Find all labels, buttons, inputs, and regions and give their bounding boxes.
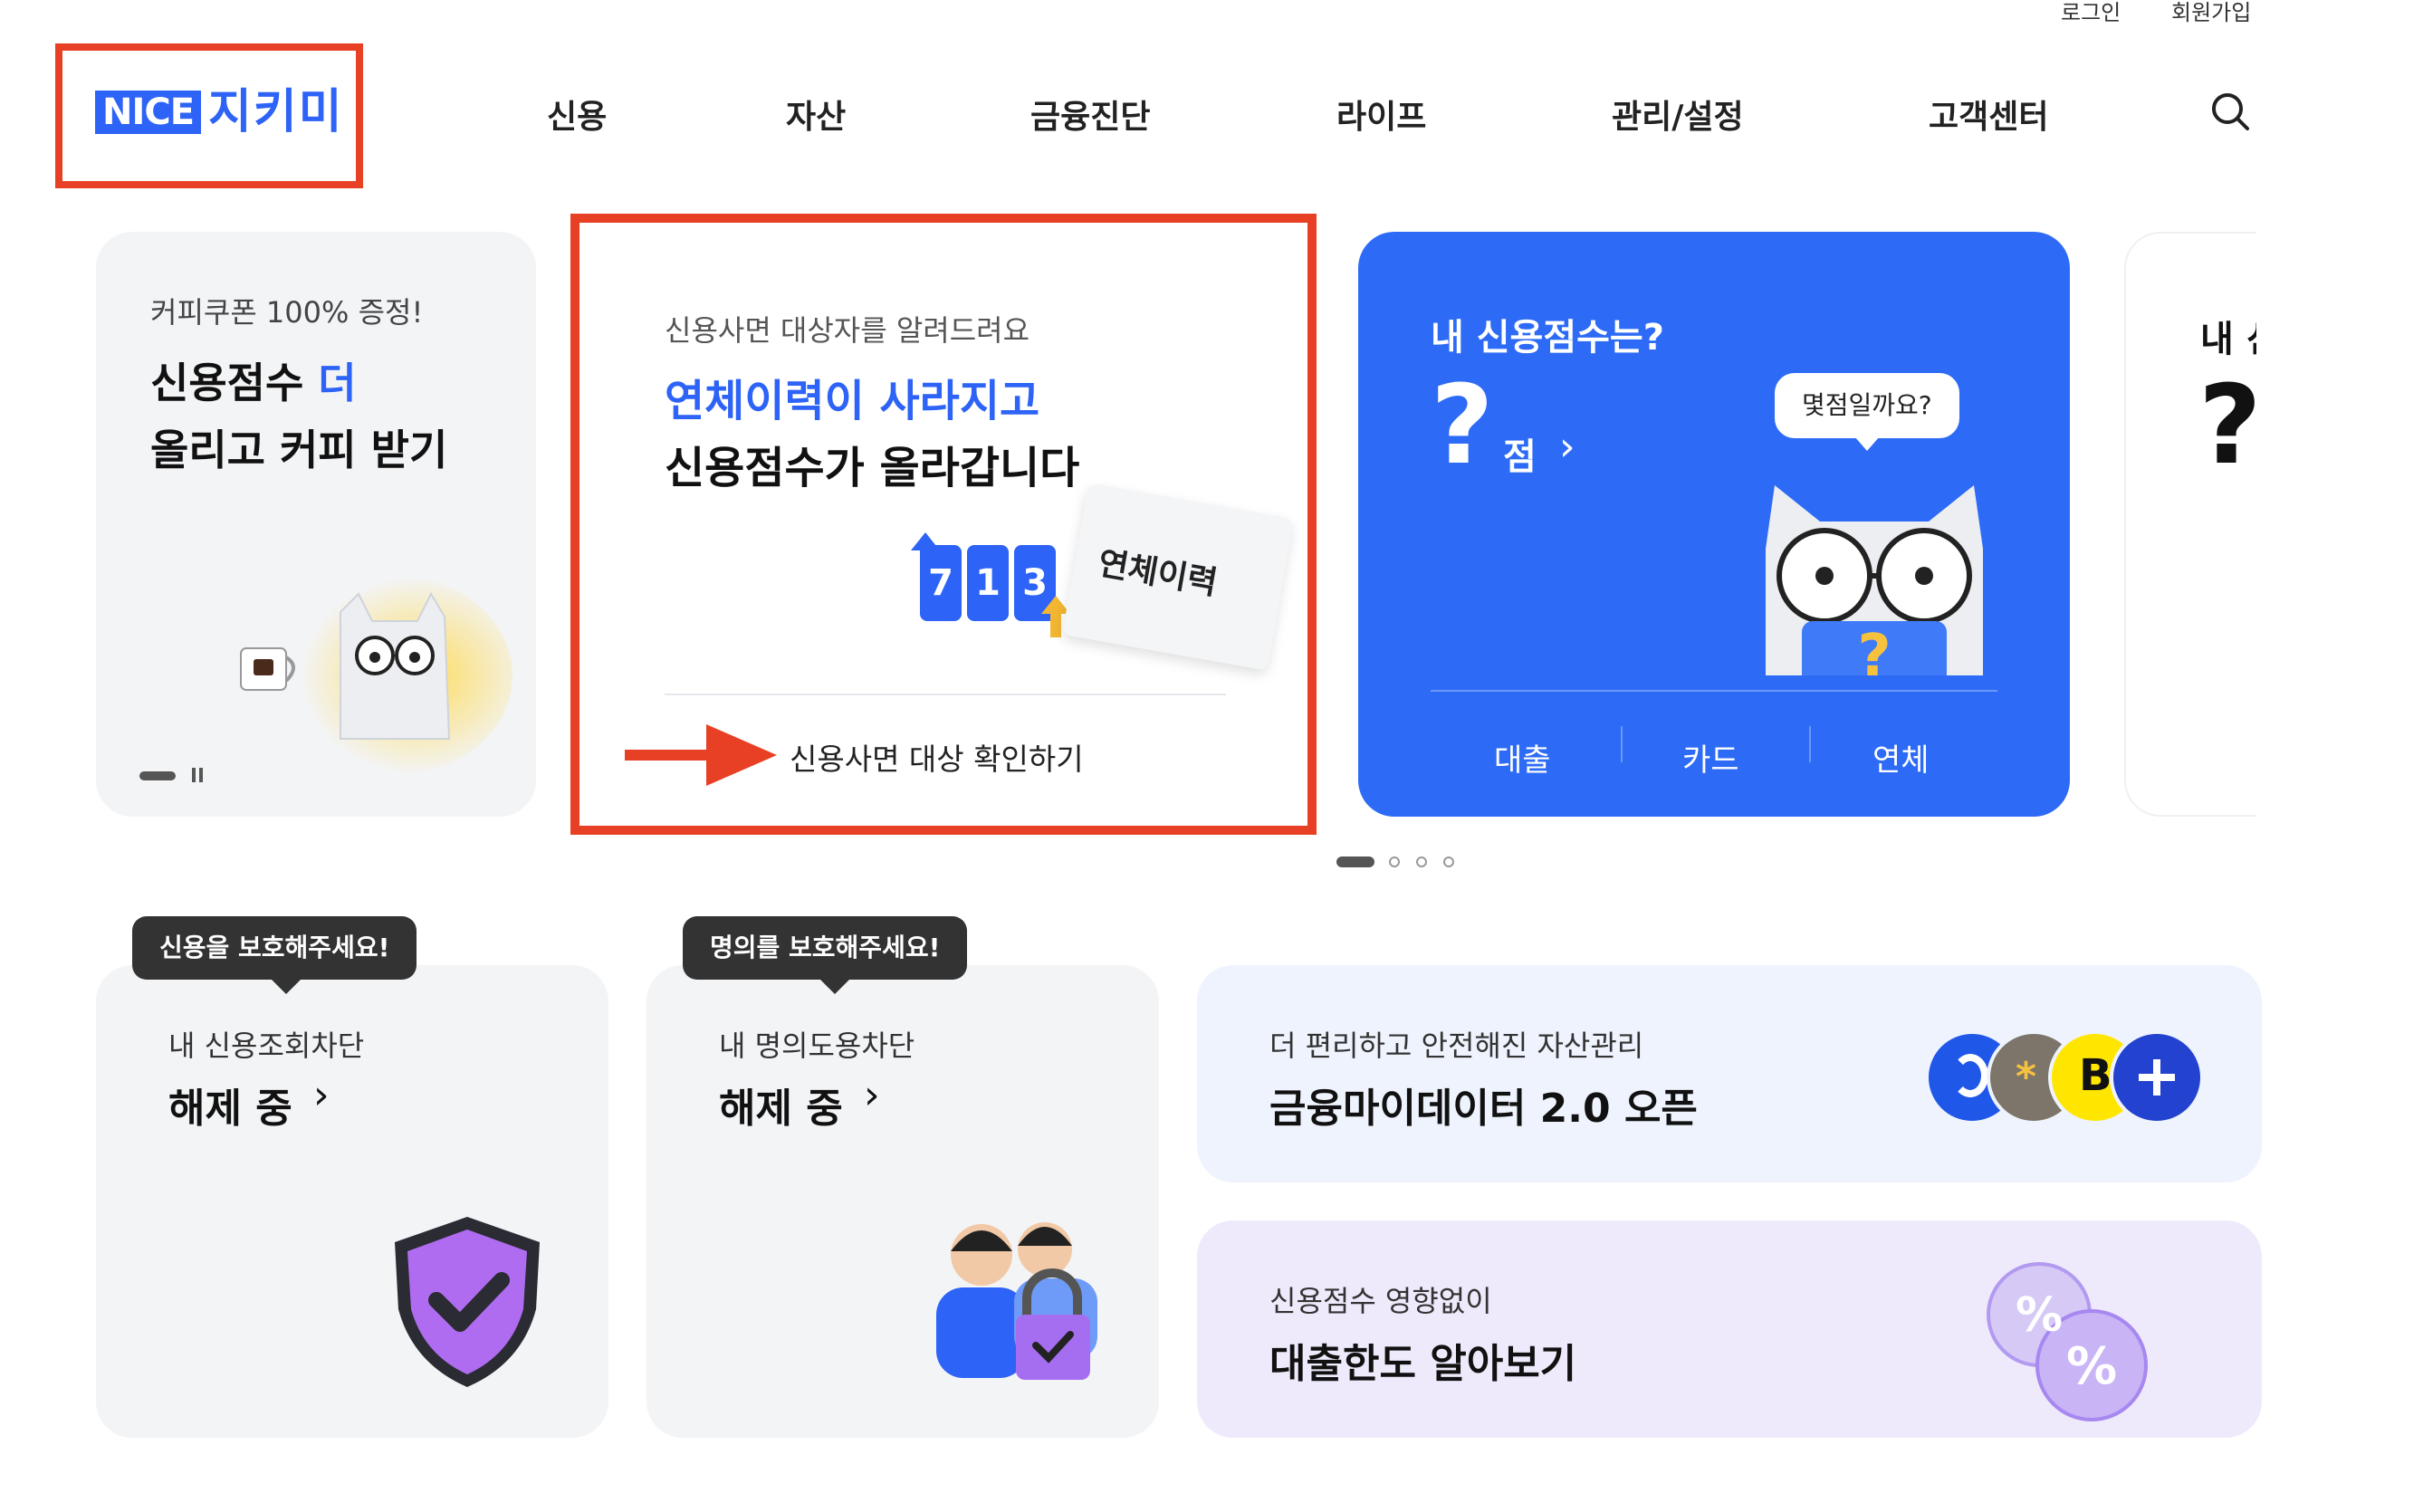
coffee-banner[interactable]: 커피쿠폰 100% 증정! 신용점수 더 올리고 커피 받기	[96, 232, 536, 817]
score-banner[interactable]: 내 신용점수는? ? 점 › 몇점일까요? ? 대출 카드 연체	[1358, 232, 2070, 817]
coffee-title-line2: 올리고 커피 받기	[150, 426, 448, 474]
identity-block-status: 해제 중	[719, 1086, 843, 1132]
chevron-right-icon: ›	[313, 1072, 330, 1118]
logo[interactable]: NICE 지키미	[95, 89, 344, 136]
identity-block-card[interactable]: 내 명의도용차단 해제 중 ›	[646, 965, 1159, 1438]
tooltip-tail	[820, 980, 849, 994]
credit-block-label: 내 신용조회차단	[168, 1029, 365, 1063]
loan-limit-title: 대출한도 알아보기	[1269, 1341, 1577, 1387]
amnesty-highlight-frame	[570, 214, 1317, 835]
mydata-title: 금융마이데이터 2.0 오픈	[1269, 1086, 1698, 1132]
mascot-coffee-illustration	[240, 576, 512, 775]
peek-value: ?	[2198, 363, 2256, 489]
nav-assets[interactable]: 자산	[786, 91, 846, 138]
nav-life[interactable]: 라이프	[1336, 91, 1426, 138]
mydata-subtitle: 더 편리하고 안전해진 자산관리	[1269, 1029, 1644, 1063]
loan-limit-subtitle: 신용점수 영향없이	[1269, 1284, 1492, 1318]
lock-people-icon	[936, 1222, 1097, 1380]
tab-separator	[1621, 726, 1623, 762]
mascot-owl-illustration: ?	[1766, 485, 1983, 675]
identity-block-tooltip: 명의를 보호해주세요!	[683, 916, 968, 980]
score-title: 내 신용점수는?	[1431, 317, 1664, 359]
peek-title: 내 신	[2200, 319, 2256, 360]
carousel-dot[interactable]	[1389, 856, 1400, 867]
mydata-card[interactable]: 더 편리하고 안전해진 자산관리 금융마이데이터 2.0 오픈 * B	[1197, 965, 2262, 1182]
identity-block-label: 내 명의도용차단	[719, 1029, 915, 1063]
nav-support[interactable]: 고객센터	[1929, 91, 2048, 138]
nav-settings[interactable]: 관리/설정	[1612, 91, 1744, 138]
chevron-right-icon: ›	[1559, 424, 1575, 470]
logo-nice: NICE	[95, 91, 202, 134]
score-value: ?	[1431, 363, 1494, 489]
loan-limit-card[interactable]: 신용점수 영향없이 대출한도 알아보기 % %	[1197, 1220, 2262, 1438]
plus-icon	[2110, 1030, 2204, 1124]
nav-credit[interactable]: 신용	[547, 91, 607, 138]
coffee-subtitle: 커피쿠폰 100% 증정!	[150, 295, 424, 330]
svg-text:%: %	[2066, 1337, 2117, 1396]
pause-icon-bar	[199, 768, 203, 782]
score-tab-overdue[interactable]: 연체	[1872, 735, 1930, 780]
score-tab-card[interactable]: 카드	[1682, 735, 1739, 780]
chevron-right-icon: ›	[864, 1072, 880, 1118]
tab-separator	[1809, 726, 1811, 762]
shield-check-icon	[395, 1217, 540, 1387]
signup-link[interactable]: 회원가입	[2171, 0, 2251, 26]
carousel-indicator	[139, 771, 176, 780]
score-divider	[1431, 690, 1997, 692]
search-icon[interactable]	[2209, 91, 2251, 132]
coffee-title-line1: 신용점수	[150, 359, 304, 407]
carousel-dot[interactable]	[1416, 856, 1427, 867]
svg-text:?: ?	[1857, 623, 1891, 675]
credit-block-card[interactable]: 내 신용조회차단 해제 중 ›	[96, 965, 608, 1438]
coffee-title-accent: 더	[318, 359, 357, 407]
nav-diagnosis[interactable]: 금융진단	[1030, 91, 1150, 138]
coffee-title: 신용점수 더 올리고 커피 받기	[150, 349, 447, 483]
score-unit: 점	[1503, 436, 1537, 478]
score-tab-loan[interactable]: 대출	[1494, 735, 1551, 780]
logo-brand: 지키미	[208, 85, 344, 139]
tooltip-tail	[272, 980, 301, 994]
carousel-active-dot[interactable]	[1336, 856, 1374, 867]
credit-block-tooltip: 신용을 보호해주세요!	[132, 916, 417, 980]
percent-icon: % %	[1987, 1262, 2148, 1421]
svg-text:%: %	[2016, 1288, 2063, 1343]
carousel-dot[interactable]	[1443, 856, 1454, 867]
login-link[interactable]: 로그인	[2061, 0, 2121, 26]
credit-block-status: 해제 중	[168, 1086, 292, 1132]
peek-banner[interactable]: 내 신 ?	[2124, 232, 2256, 817]
score-bubble: 몇점일까요?	[1775, 373, 1959, 438]
pause-icon[interactable]	[192, 768, 196, 782]
